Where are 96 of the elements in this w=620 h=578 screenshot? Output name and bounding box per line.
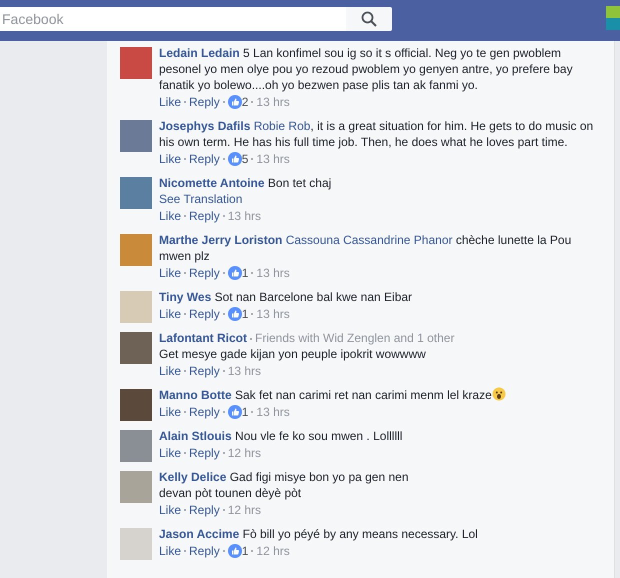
separator-dot <box>184 101 186 103</box>
like-count[interactable]: 1 <box>242 405 248 419</box>
separator-dot <box>184 272 186 274</box>
reply-link[interactable]: Reply <box>189 266 220 280</box>
separator-dot <box>184 550 186 552</box>
reply-link[interactable]: Reply <box>189 95 220 109</box>
commenter-name-link[interactable]: Lafontant Ricot <box>159 331 247 345</box>
search-icon <box>361 11 377 27</box>
like-count[interactable]: 5 <box>242 152 248 166</box>
comment-text: Ledain Ledain 5 Lan konfimel sou ig so it s official. Neg yo te gen pwoblem pesonel yo men olye pou yo rezoud pwoblem yo genyen antre, yo prefere bay fanatik yo bolewo....oh yo bezwen pase plis tan ak fanmi yo. <box>159 45 574 93</box>
like-link[interactable]: Like <box>159 544 182 558</box>
separator-dot <box>251 272 254 274</box>
avatar-photo <box>120 389 152 421</box>
comment-text: Kelly Delice Gad figi misye bon yo pa gen nen devan pòt tounen dèyè pòt <box>159 469 410 501</box>
separator-dot <box>251 313 254 315</box>
separator-dot <box>222 370 225 372</box>
commenter-name-link[interactable]: Kelly Delice <box>159 470 226 484</box>
comment-text: Tiny Wes Sot nan Barcelone bal kwe nan Eibar <box>159 289 414 305</box>
separator-dot <box>222 101 225 103</box>
like-link[interactable]: Like <box>159 446 182 460</box>
like-count-icon <box>228 405 242 419</box>
commenter-name-link[interactable]: Alain Stlouis <box>159 429 232 443</box>
comment-text: Nicomette Antoine Bon tet chaj <box>159 175 332 191</box>
like-link[interactable]: Like <box>159 503 182 517</box>
reply-link[interactable]: Reply <box>189 364 220 378</box>
comment-text: Josephys Dafils Robie Rob, it is a great situation for him. He gets to do music on his own term. He has his full time job. Then, he does what he loves part time. <box>159 118 594 150</box>
mention-link[interactable]: Cassouna Cassandrine Phanor <box>286 233 452 247</box>
comment-text: Alain Stlouis Nou vle fe ko sou mwen . Lollllll <box>159 428 404 444</box>
like-link[interactable]: Like <box>159 307 182 321</box>
page-logo-image <box>606 6 620 30</box>
like-link[interactable]: Like <box>159 364 182 378</box>
separator-dot <box>222 215 225 217</box>
comment-text: Jason Accime Fò bill yo péyé by any means necessary. Lol <box>159 526 479 542</box>
avatar-photo <box>120 291 152 323</box>
reply-link[interactable]: Reply <box>189 405 220 419</box>
like-count-icon <box>228 152 242 166</box>
separator-dot <box>222 272 225 274</box>
separator-dot <box>222 550 225 552</box>
like-link[interactable]: Like <box>159 152 182 166</box>
see-translation-link[interactable]: See Translation <box>159 191 242 207</box>
avatar-photo <box>120 528 152 560</box>
reply-link[interactable]: Reply <box>189 503 220 517</box>
like-link[interactable]: Like <box>159 266 182 280</box>
separator-dot <box>250 338 252 340</box>
separator-dot <box>222 158 225 160</box>
separator-dot <box>184 411 186 413</box>
separator-dot <box>222 509 225 511</box>
commenter-name-link[interactable]: Manno Botte <box>159 388 232 402</box>
separator-dot <box>251 101 254 103</box>
separator-dot <box>222 452 225 454</box>
avatar-photo <box>120 430 152 462</box>
avatar-photo <box>120 471 152 503</box>
commenter-name-link[interactable]: Nicomette Antoine <box>159 176 265 190</box>
like-link[interactable]: Like <box>159 95 182 109</box>
reply-link[interactable]: Reply <box>189 544 220 558</box>
avatar-photo <box>120 177 152 209</box>
avatar-photo <box>120 120 152 152</box>
separator-dot <box>184 215 186 217</box>
separator-dot <box>184 313 186 315</box>
search-button[interactable] <box>346 7 392 31</box>
like-count[interactable]: 1 <box>242 266 248 280</box>
separator-dot <box>251 158 254 160</box>
reply-link[interactable]: Reply <box>189 307 220 321</box>
reply-link[interactable]: Reply <box>189 209 220 223</box>
like-count-icon <box>228 266 242 280</box>
avatar-photo <box>120 332 152 364</box>
like-link[interactable]: Like <box>159 209 182 223</box>
separator-dot <box>184 158 186 160</box>
like-link[interactable]: Like <box>159 405 182 419</box>
like-count-icon <box>228 544 242 558</box>
separator-dot <box>184 509 186 511</box>
separator-dot <box>251 411 254 413</box>
like-count[interactable]: 1 <box>242 544 248 558</box>
commenter-name-link[interactable]: Josephys Dafils <box>159 119 250 133</box>
like-count-icon <box>228 307 242 321</box>
comment-text: Lafontant Ricot Friends with Wid Zenglen and 1 other Get mesye gade kijan yon peuple ipokrit wowwww <box>159 330 456 362</box>
separator-dot <box>184 452 186 454</box>
commenter-name-link[interactable]: Ledain Ledain <box>159 46 240 60</box>
separator-dot <box>184 370 186 372</box>
comment-text: Manno Botte Sak fet nan carimi ret nan carimi menm lel kraze <box>159 387 594 403</box>
separator-dot <box>251 550 254 552</box>
commenter-name-link[interactable]: Marthe Jerry Loriston <box>159 233 282 247</box>
reply-link[interactable]: Reply <box>189 152 220 166</box>
like-count-icon <box>228 95 242 109</box>
separator-dot <box>222 313 225 315</box>
comment-text: Marthe Jerry Loriston Cassouna Cassandrine Phanor chèche lunette la Pou mwen plz <box>159 232 572 264</box>
mention-link[interactable]: Robie Rob <box>254 119 310 133</box>
commenter-name-link[interactable]: Tiny Wes <box>159 290 212 304</box>
avatar-photo <box>120 234 152 266</box>
like-count[interactable]: 1 <box>242 307 248 321</box>
search-field[interactable]: Facebook <box>0 7 346 31</box>
separator-dot <box>222 411 225 413</box>
reply-link[interactable]: Reply <box>189 446 220 460</box>
like-count[interactable]: 2 <box>242 95 248 109</box>
avatar-photo <box>120 47 152 79</box>
commenter-name-link[interactable]: Jason Accime <box>159 527 240 541</box>
